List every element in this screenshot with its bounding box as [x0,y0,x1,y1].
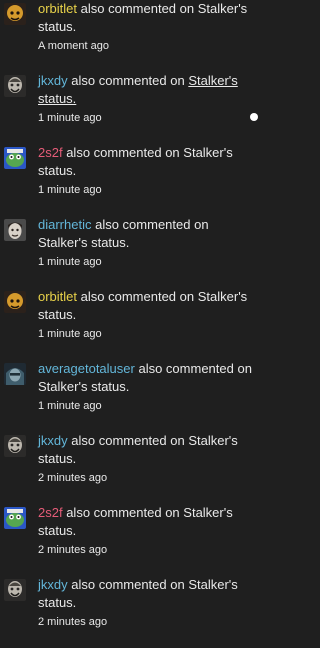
notification-action: also commented on [66,505,180,520]
avatar[interactable] [4,75,26,97]
avatar[interactable] [4,435,26,457]
notification-item[interactable]: jkxdy also commented on Stalker's status… [0,576,267,648]
jkxdy-avatar-icon [4,75,26,97]
avatar[interactable] [4,363,26,385]
notification-item[interactable]: orbitlet also commented on Stalker's sta… [0,288,267,360]
notification-text: 2s2f also commented on Stalker's status.… [38,504,253,559]
notifications-list: orbitlet also commented on Stalker's sta… [0,0,267,641]
status-link-end[interactable]: status. [38,19,76,34]
status-link[interactable]: Stalker's [188,73,237,88]
status-link-end[interactable]: status. [38,163,76,178]
username-link[interactable]: jkxdy [38,577,68,592]
notification-text: orbitlet also commented on Stalker's sta… [38,0,253,55]
notification-text: orbitlet also commented on Stalker's sta… [38,288,253,343]
avatar[interactable] [4,219,26,241]
2s2f-avatar-icon [4,507,26,529]
status-link-end[interactable]: status. [91,379,129,394]
notification-action: also commented on [95,217,209,232]
status-link[interactable]: Stalker's [183,145,232,160]
notification-text: diarrhetic also commented on Stalker's s… [38,216,253,271]
status-link-end[interactable]: status. [38,307,76,322]
notification-item[interactable]: orbitlet also commented on Stalker's sta… [0,0,267,72]
timestamp: 1 minute ago [38,328,102,340]
notification-action: also commented on [80,1,195,16]
timestamp: 2 minutes ago [38,472,108,484]
timestamp: 1 minute ago [38,400,102,412]
status-link[interactable]: Stalker's [198,1,247,16]
timestamp: 2 minutes ago [38,544,108,556]
2s2f-avatar-icon [4,147,26,169]
orbitlet-avatar-icon [4,3,26,25]
status-link[interactable]: Stalker's [188,577,237,592]
notification-text: jkxdy also commented on Stalker's status… [38,72,253,127]
status-link[interactable]: Stalker's [183,505,232,520]
avatar[interactable] [4,291,26,313]
notification-action: also commented on [138,361,252,376]
avatar[interactable] [4,507,26,529]
notification-item[interactable]: 2s2f also commented on Stalker's status.… [0,144,267,216]
notification-text: jkxdy also commented on Stalker's status… [38,432,253,487]
notification-item[interactable]: diarrhetic also commented on Stalker's s… [0,216,267,288]
notification-text: jkxdy also commented on Stalker's status… [38,576,253,631]
status-link[interactable]: Stalker's [188,433,237,448]
unread-indicator-icon[interactable] [250,113,258,121]
notification-action: also commented on [80,289,195,304]
notification-item[interactable]: jkxdy also commented on Stalker's status… [0,432,267,504]
avatar[interactable] [4,3,26,25]
username-link[interactable]: orbitlet [38,289,77,304]
timestamp: 1 minute ago [38,256,102,268]
status-link-end[interactable]: status. [38,91,76,106]
notification-text: 2s2f also commented on Stalker's status.… [38,144,253,199]
username-link[interactable]: jkxdy [38,73,68,88]
username-link[interactable]: averagetotaluser [38,361,135,376]
timestamp: A moment ago [38,40,109,52]
username-link[interactable]: orbitlet [38,1,77,16]
username-link[interactable]: jkxdy [38,433,68,448]
notification-action: also commented on [66,145,180,160]
diarrhetic-avatar-icon [4,219,26,241]
notification-item[interactable]: 2s2f also commented on Stalker's status.… [0,504,267,576]
timestamp: 2 minutes ago [38,616,108,628]
username-link[interactable]: 2s2f [38,145,63,160]
timestamp: 1 minute ago [38,112,102,124]
avatar[interactable] [4,579,26,601]
notification-text: averagetotaluser also commented on Stalk… [38,360,253,415]
notification-action: also commented on [71,73,185,88]
avatar[interactable] [4,147,26,169]
orbitlet-avatar-icon [4,291,26,313]
jkxdy-avatar-icon [4,579,26,601]
jkxdy-avatar-icon [4,435,26,457]
timestamp: 1 minute ago [38,184,102,196]
username-link[interactable]: 2s2f [38,505,63,520]
status-link-end[interactable]: status. [91,235,129,250]
notification-action: also commented on [71,577,185,592]
status-link[interactable]: Stalker's [198,289,247,304]
notification-action: also commented on [71,433,185,448]
status-link-end[interactable]: status. [38,523,76,538]
status-link[interactable]: Stalker's [38,235,87,250]
status-link-end[interactable]: status. [38,451,76,466]
status-link[interactable]: Stalker's [38,379,87,394]
username-link[interactable]: diarrhetic [38,217,91,232]
status-link-end[interactable]: status. [38,595,76,610]
notification-item[interactable]: averagetotaluser also commented on Stalk… [0,360,267,432]
notification-item[interactable]: jkxdy also commented on Stalker's status… [0,72,267,144]
averagetotaluser-avatar-icon [4,363,26,385]
